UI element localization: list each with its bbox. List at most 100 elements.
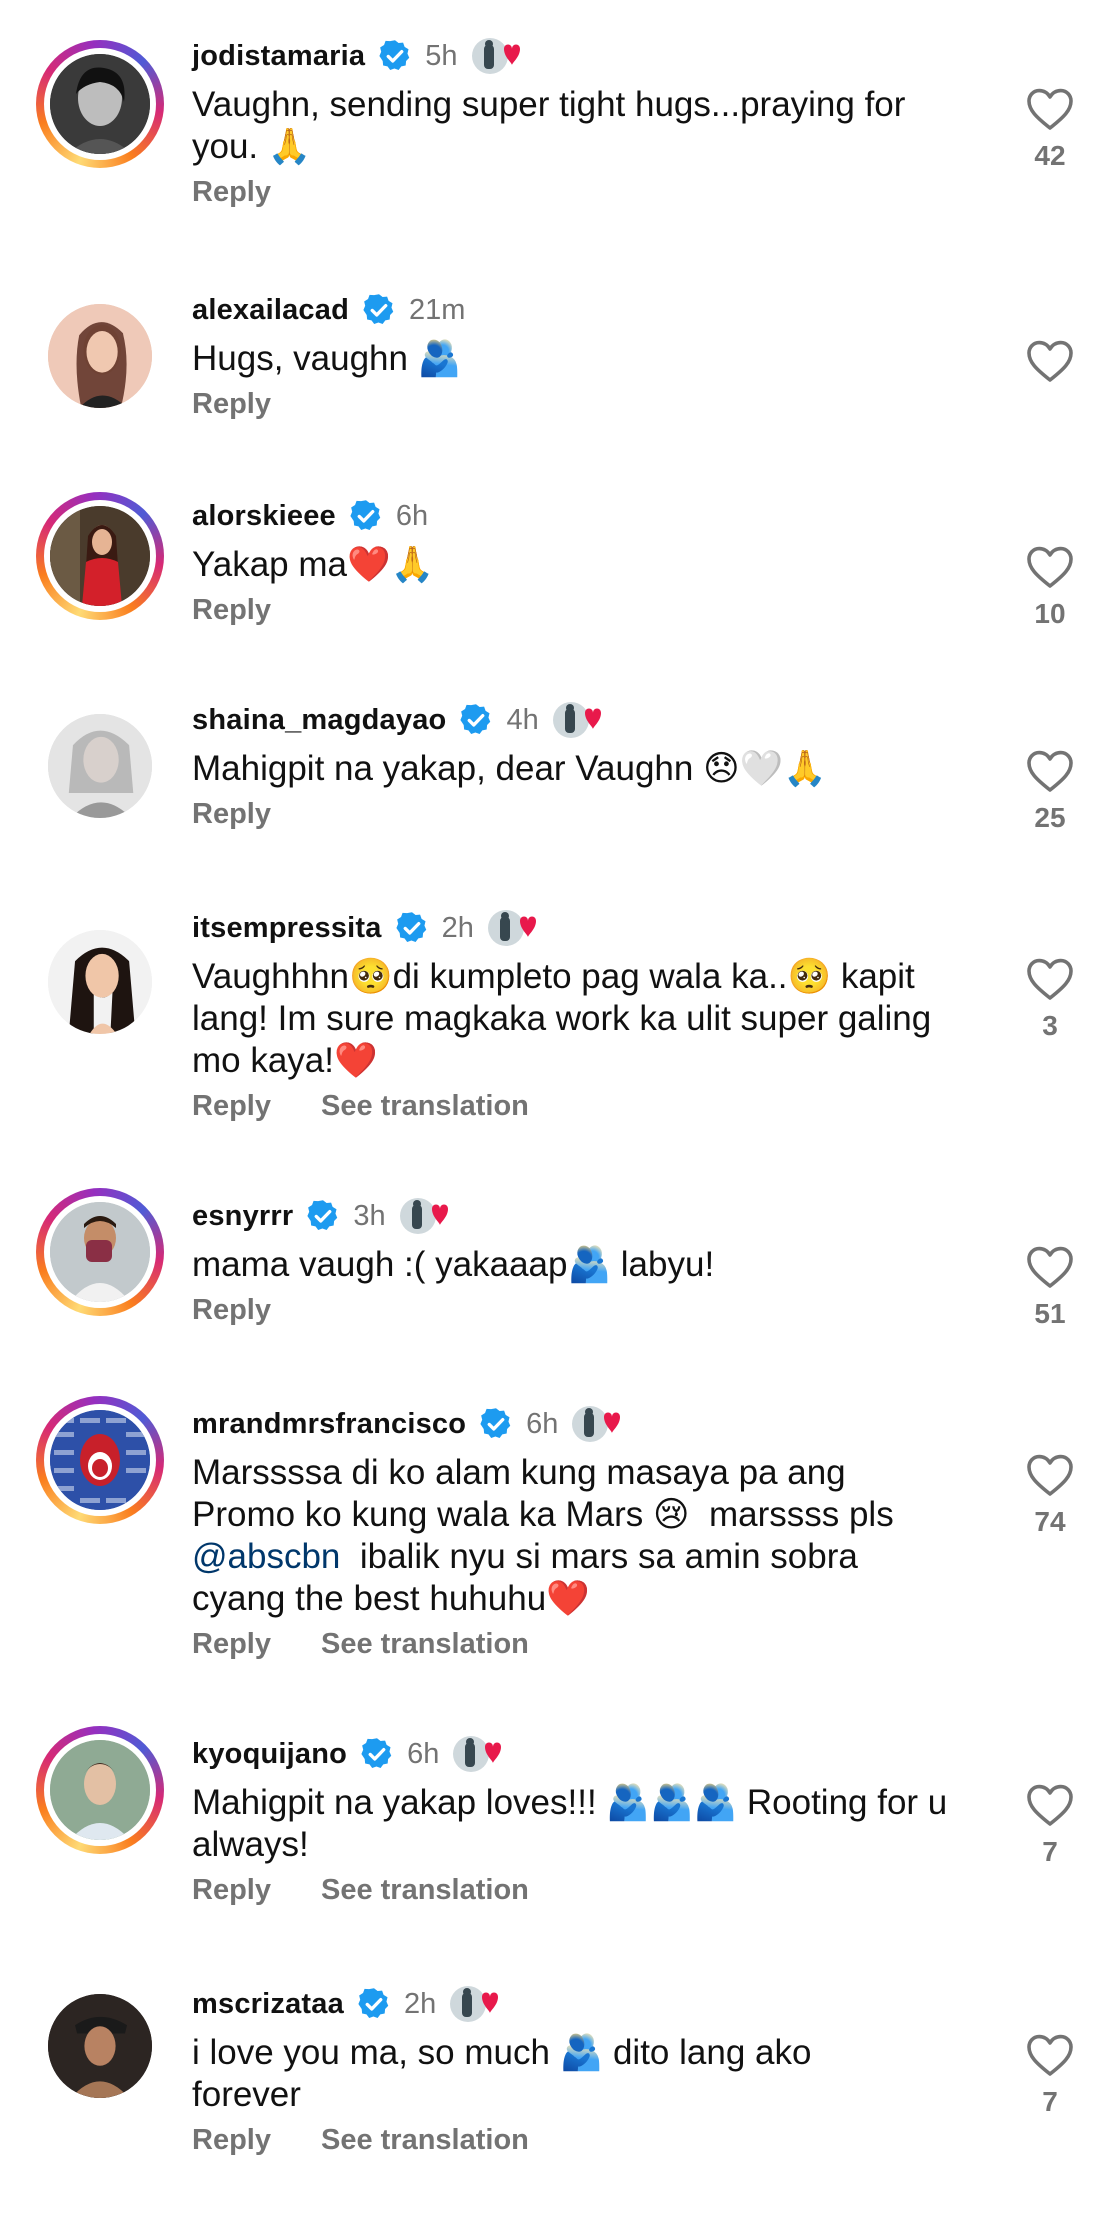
story-thumbnail-icon[interactable] bbox=[551, 699, 607, 741]
heart-outline-icon[interactable] bbox=[1026, 956, 1074, 1002]
reply-button[interactable]: Reply bbox=[192, 176, 271, 209]
timestamp: 5h bbox=[425, 39, 458, 72]
reply-button[interactable]: Reply bbox=[192, 798, 271, 831]
avatar-photo-icon bbox=[48, 304, 152, 408]
heart-outline-icon[interactable] bbox=[1026, 544, 1074, 590]
avatar-photo-icon bbox=[50, 1740, 150, 1840]
like-control: 7 bbox=[1018, 1782, 1082, 1868]
like-control: 74 bbox=[1018, 1452, 1082, 1538]
username[interactable]: mrandmrsfrancisco bbox=[192, 1408, 466, 1441]
reply-button[interactable]: Reply bbox=[192, 1874, 271, 1907]
verified-badge-icon bbox=[307, 1200, 338, 1230]
like-count: 74 bbox=[1034, 1506, 1066, 1537]
story-thumbnail-icon[interactable] bbox=[451, 1733, 507, 1775]
verified-badge-icon bbox=[480, 1408, 511, 1438]
comment-text: Yakap ma❤️🙏 bbox=[192, 545, 435, 584]
story-thumbnail-icon[interactable] bbox=[448, 1983, 504, 2025]
like-count: 7 bbox=[1042, 1836, 1058, 1867]
verified-badge-icon bbox=[379, 40, 410, 70]
avatar[interactable] bbox=[36, 1188, 164, 1316]
avatar-photo-icon bbox=[48, 930, 152, 1034]
timestamp: 4h bbox=[506, 703, 539, 736]
see-translation-button[interactable]: See translation bbox=[321, 1874, 529, 1907]
username[interactable]: shaina_magdayao bbox=[192, 704, 446, 737]
comment-text: i love you ma, so much 🫂 dito lang ako f… bbox=[192, 2033, 822, 2114]
reply-button[interactable]: Reply bbox=[192, 1628, 271, 1661]
like-control: 10 bbox=[1018, 544, 1082, 630]
avatar[interactable] bbox=[36, 492, 164, 620]
avatar[interactable] bbox=[36, 292, 164, 420]
comment-text: Vaughn, sending super tight hugs...prayi… bbox=[192, 85, 916, 166]
verified-badge-icon bbox=[358, 1988, 389, 2018]
mention-link[interactable]: @abscbn bbox=[192, 1537, 340, 1576]
avatar[interactable] bbox=[36, 702, 164, 830]
username[interactable]: jodistamaria bbox=[192, 40, 365, 73]
avatar[interactable] bbox=[36, 40, 164, 168]
like-count: 3 bbox=[1042, 1010, 1058, 1041]
reply-button[interactable]: Reply bbox=[192, 594, 271, 627]
story-thumbnail-icon[interactable] bbox=[470, 35, 526, 77]
username[interactable]: kyoquijano bbox=[192, 1738, 347, 1771]
username[interactable]: itsempressita bbox=[192, 912, 382, 945]
like-control: 42 bbox=[1018, 86, 1082, 172]
avatar[interactable] bbox=[36, 1396, 164, 1524]
like-count: 42 bbox=[1034, 140, 1066, 171]
reply-button[interactable]: Reply bbox=[192, 2124, 271, 2157]
like-count: 25 bbox=[1034, 802, 1066, 833]
like-control: 3 bbox=[1018, 956, 1082, 1042]
verified-badge-icon bbox=[460, 704, 491, 734]
avatar-photo-icon bbox=[48, 1994, 152, 2098]
story-thumbnail-icon[interactable] bbox=[486, 907, 542, 949]
verified-badge-icon bbox=[395, 912, 426, 942]
comment-text: Vaughhhn🥺di kumpleto pag wala ka..🥺 kapi… bbox=[192, 957, 941, 1080]
avatar[interactable] bbox=[36, 1726, 164, 1854]
like-control: 25 bbox=[1018, 748, 1082, 834]
timestamp: 6h bbox=[526, 1407, 559, 1440]
comment-text: mama vaugh :( yakaaap🫂 labyu! bbox=[192, 1245, 715, 1284]
avatar-photo-icon bbox=[48, 714, 152, 818]
avatar-photo-icon bbox=[50, 506, 150, 606]
see-translation-button[interactable]: See translation bbox=[321, 2124, 529, 2157]
like-control: 7 bbox=[1018, 2032, 1082, 2118]
verified-badge-icon bbox=[363, 294, 394, 324]
like-count: 51 bbox=[1034, 1298, 1066, 1329]
like-count: 7 bbox=[1042, 2086, 1058, 2117]
reply-button[interactable]: Reply bbox=[192, 1090, 271, 1123]
avatar-photo-icon bbox=[50, 54, 150, 154]
heart-outline-icon[interactable] bbox=[1026, 86, 1074, 132]
heart-outline-icon[interactable] bbox=[1026, 2032, 1074, 2078]
avatar[interactable] bbox=[36, 1982, 164, 2110]
like-count bbox=[1018, 392, 1082, 424]
comment-text: Mahigpit na yakap loves!!! 🫂🫂🫂 Rooting f… bbox=[192, 1783, 957, 1864]
timestamp: 3h bbox=[353, 1199, 386, 1232]
username[interactable]: alorskieee bbox=[192, 500, 336, 533]
see-translation-button[interactable]: See translation bbox=[321, 1628, 529, 1661]
heart-outline-icon[interactable] bbox=[1026, 338, 1074, 384]
see-translation-button[interactable]: See translation bbox=[321, 1090, 529, 1123]
story-thumbnail-icon[interactable] bbox=[570, 1403, 626, 1445]
verified-badge-icon bbox=[350, 500, 381, 530]
username[interactable]: mscrizataa bbox=[192, 1988, 344, 2021]
comment-text: Marssssa di ko alam kung masaya pa ang P… bbox=[192, 1453, 904, 1618]
timestamp: 2h bbox=[441, 911, 474, 944]
reply-button[interactable]: Reply bbox=[192, 388, 271, 421]
timestamp: 2h bbox=[403, 1987, 437, 2020]
like-control: 51 bbox=[1018, 1244, 1082, 1330]
timestamp: 6h bbox=[407, 1737, 440, 1770]
avatar[interactable] bbox=[36, 918, 164, 1046]
timestamp: 6h bbox=[395, 499, 429, 532]
username[interactable]: esnyrrr bbox=[192, 1200, 293, 1233]
heart-outline-icon[interactable] bbox=[1026, 1782, 1074, 1828]
heart-outline-icon[interactable] bbox=[1026, 748, 1074, 794]
like-control bbox=[1018, 338, 1082, 424]
comment-text: Mahigpit na yakap, dear Vaughn 😞🤍🙏 bbox=[192, 749, 827, 788]
like-count: 10 bbox=[1034, 598, 1066, 629]
heart-outline-icon[interactable] bbox=[1026, 1452, 1074, 1498]
comment-text: Hugs, vaughn 🫂 bbox=[192, 339, 462, 378]
heart-outline-icon[interactable] bbox=[1026, 1244, 1074, 1290]
username[interactable]: alexailacad bbox=[192, 294, 349, 327]
story-thumbnail-icon[interactable] bbox=[398, 1195, 454, 1237]
timestamp: 21m bbox=[409, 293, 466, 326]
reply-button[interactable]: Reply bbox=[192, 1294, 271, 1327]
verified-badge-icon bbox=[361, 1738, 392, 1768]
